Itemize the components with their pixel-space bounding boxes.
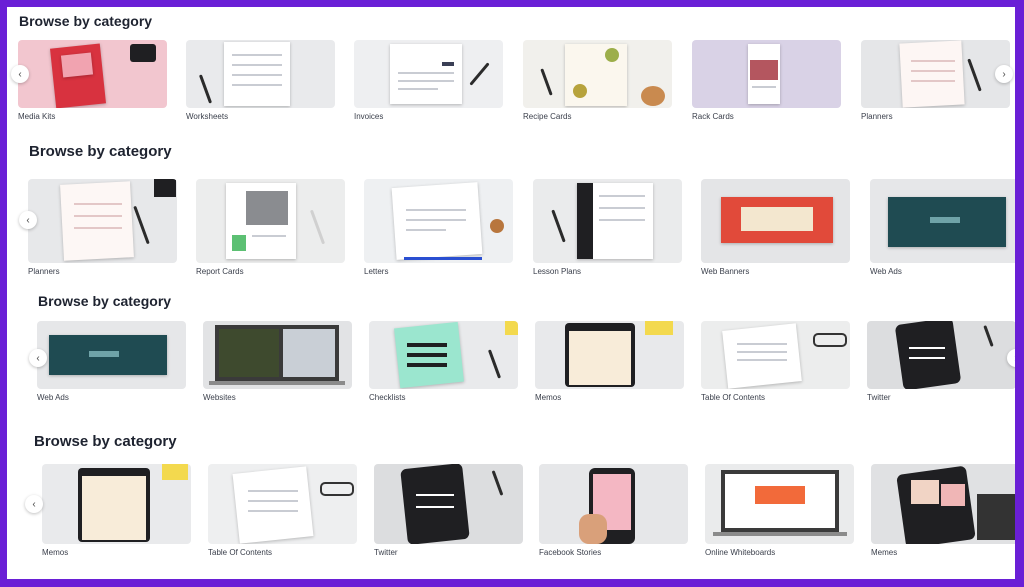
category-thumbnail: [196, 179, 345, 263]
chevron-left-icon: ‹: [32, 498, 36, 510]
category-label: Memos: [42, 548, 69, 557]
category-label: Twitter: [374, 548, 398, 557]
category-card-web-ads[interactable]: Web Ads: [870, 179, 1015, 276]
category-card-web-banners[interactable]: Web Banners: [701, 179, 850, 276]
category-card-twitter[interactable]: Twitter: [867, 321, 1015, 402]
category-card-lesson-plans[interactable]: Lesson Plans: [533, 179, 682, 276]
category-thumbnail: [692, 40, 841, 108]
category-label: Online Whiteboards: [705, 548, 776, 557]
category-thumbnail: [369, 321, 518, 389]
category-label: Memes: [871, 548, 898, 557]
carousel-next-button[interactable]: ›: [995, 65, 1013, 83]
category-label: Memos: [535, 393, 562, 402]
category-card-web-ads[interactable]: Web Ads: [37, 321, 186, 402]
category-label: Web Ads: [870, 267, 902, 276]
category-thumbnail: [37, 321, 186, 389]
category-card-recipe-cards[interactable]: Recipe Cards: [523, 40, 672, 121]
browse-page: Browse by category ‹ › Media Kits Worksh…: [7, 7, 1015, 579]
category-thumbnail: [705, 464, 854, 544]
category-thumbnail: [861, 40, 1010, 108]
category-label: Planners: [28, 267, 60, 276]
category-card-checklists[interactable]: Checklists: [369, 321, 518, 402]
category-thumbnail: [539, 464, 688, 544]
category-thumbnail: [867, 321, 1015, 389]
category-thumbnail: [203, 321, 352, 389]
category-card-rack-cards[interactable]: Rack Cards: [692, 40, 841, 121]
category-section: Browse by category ‹ › Media Kits Worksh…: [7, 7, 1015, 138]
category-card-planners[interactable]: Planners: [861, 40, 1010, 121]
category-card-memes[interactable]: Memes: [871, 464, 1015, 557]
category-card-letters[interactable]: Letters: [364, 179, 513, 276]
category-thumbnail: [523, 40, 672, 108]
section-title: Browse by category: [29, 143, 172, 160]
category-section: Browse by category ‹ Memos Table Of Cont…: [7, 427, 1015, 579]
category-card-table-of-contents[interactable]: Table Of Contents: [701, 321, 850, 402]
category-thumbnail: [42, 464, 191, 544]
category-label: Invoices: [354, 112, 384, 121]
category-label: Facebook Stories: [539, 548, 602, 557]
category-section: Browse by category ‹ › Web Ads Websites: [7, 287, 1015, 428]
chevron-left-icon: ‹: [26, 214, 30, 226]
category-thumbnail: [701, 321, 850, 389]
category-card-table-of-contents[interactable]: Table Of Contents: [208, 464, 357, 557]
category-thumbnail: [186, 40, 335, 108]
category-thumbnail: [701, 179, 850, 263]
category-card-report-cards[interactable]: Report Cards: [196, 179, 345, 276]
category-thumbnail: [870, 179, 1015, 263]
category-thumbnail: [374, 464, 523, 544]
carousel-prev-button[interactable]: ‹: [19, 211, 37, 229]
category-label: Lesson Plans: [533, 267, 582, 276]
category-label: Websites: [203, 393, 236, 402]
category-label: Web Ads: [37, 393, 69, 402]
category-card-invoices[interactable]: Invoices: [354, 40, 503, 121]
category-label: Worksheets: [186, 112, 229, 121]
section-title: Browse by category: [19, 13, 153, 29]
category-card-planners[interactable]: Planners: [28, 179, 177, 276]
category-card-online-whiteboards[interactable]: Online Whiteboards: [705, 464, 854, 557]
category-label: Checklists: [369, 393, 406, 402]
category-thumbnail: [28, 179, 177, 263]
carousel-prev-button[interactable]: ‹: [11, 65, 29, 83]
category-thumbnail: [354, 40, 503, 108]
category-thumbnail: [533, 179, 682, 263]
category-thumbnail: [208, 464, 357, 544]
category-label: Planners: [861, 112, 893, 121]
category-label: Rack Cards: [692, 112, 734, 121]
section-title: Browse by category: [34, 433, 177, 450]
category-thumbnail: [364, 179, 513, 263]
category-label: Table Of Contents: [701, 393, 766, 402]
category-card-websites[interactable]: Websites: [203, 321, 352, 402]
category-card-memos[interactable]: Memos: [535, 321, 684, 402]
chevron-right-icon: ›: [1014, 353, 1015, 364]
chevron-right-icon: ›: [1002, 68, 1006, 80]
carousel-prev-button[interactable]: ‹: [25, 495, 43, 513]
category-label: Web Banners: [701, 267, 750, 276]
category-card-media-kits[interactable]: Media Kits: [18, 40, 167, 121]
category-label: Table Of Contents: [208, 548, 273, 557]
category-label: Report Cards: [196, 267, 244, 276]
chevron-left-icon: ‹: [36, 352, 40, 364]
category-section: Browse by category ‹ Planners Report Car…: [7, 137, 1015, 288]
category-label: Twitter: [867, 393, 891, 402]
section-title: Browse by category: [38, 293, 172, 309]
category-thumbnail: [871, 464, 1015, 544]
chevron-left-icon: ‹: [18, 68, 22, 80]
category-card-twitter[interactable]: Twitter: [374, 464, 523, 557]
category-card-facebook-stories[interactable]: Facebook Stories: [539, 464, 688, 557]
carousel-prev-button[interactable]: ‹: [29, 349, 47, 367]
category-card-worksheets[interactable]: Worksheets: [186, 40, 335, 121]
category-thumbnail: [18, 40, 167, 108]
category-label: Letters: [364, 267, 389, 276]
category-label: Media Kits: [18, 112, 56, 121]
category-label: Recipe Cards: [523, 112, 572, 121]
category-card-memos[interactable]: Memos: [42, 464, 191, 557]
category-thumbnail: [535, 321, 684, 389]
